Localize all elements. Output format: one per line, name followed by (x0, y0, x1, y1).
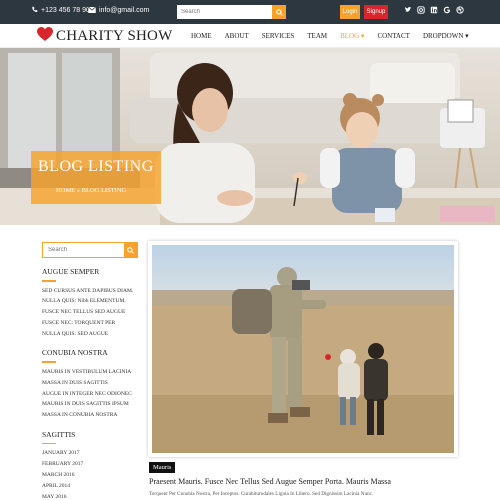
sidebar-search (42, 242, 138, 258)
list-item[interactable]: NULLA QUIS: SED AUGUE (42, 329, 138, 340)
sidebar-list: JANUARY 2017 FEBRUARY 2017 MARCH 2016 AP… (42, 448, 138, 500)
list-item[interactable]: MAURIS IN DUIS SAGITTIS IPSUM (42, 399, 138, 410)
envelope-icon (88, 6, 96, 15)
sidebar-list: SED CURSUS ANTE DAPIBUS DIAM. NULLA QUIS… (42, 286, 138, 340)
google-icon[interactable] (443, 6, 451, 15)
heart-icon (37, 27, 53, 46)
linkedin-icon[interactable] (430, 6, 438, 15)
sidebar-section-title: SAGITTIS (42, 429, 76, 439)
phone-number: +123 456 78 90 (41, 7, 90, 14)
list-item[interactable]: JANUARY 2017 (42, 448, 138, 459)
top-search (177, 5, 286, 19)
section-divider (42, 442, 56, 445)
sidebar-search-button[interactable] (124, 243, 137, 257)
list-item[interactable]: MASSA IN DUIS SAGITTIS (42, 378, 138, 389)
search-icon (127, 246, 134, 254)
sidebar-list: MAURIS IN VESTIBULUM LACINIA MASSA IN DU… (42, 367, 138, 421)
main-nav: HOME ABOUT SERVICES TEAM BLOG ▾ CONTACT … (191, 32, 482, 40)
hero-title-box: BLOG LISTING HOME » BLOG LISTING (31, 151, 161, 204)
list-item[interactable]: MAURIS IN VESTIBULUM LACINIA (42, 367, 138, 378)
breadcrumb[interactable]: HOME » BLOG LISTING (56, 187, 126, 194)
sidebar-search-input[interactable] (43, 243, 124, 257)
email-address: info@gmail.com (99, 7, 150, 14)
list-item[interactable]: FUSCE NEC TELLUS SED AUGUE (42, 307, 138, 318)
post-excerpt: Torquent Per Conubia Nostra, Per Incepto… (149, 491, 374, 497)
site-logo[interactable]: CHARITY SHOW (37, 27, 172, 46)
nav-services[interactable]: SERVICES (262, 32, 295, 40)
post-title[interactable]: Praesent Mauris. Fusce Nec Tellus Sed Au… (149, 477, 391, 486)
nav-blog[interactable]: BLOG ▾ (340, 32, 364, 40)
login-button[interactable]: Login (340, 5, 360, 19)
hero-banner: BLOG LISTING HOME » BLOG LISTING (0, 48, 500, 225)
section-divider (42, 280, 56, 282)
signup-button[interactable]: Signup (364, 5, 388, 19)
list-item[interactable]: FUSCE NEC: TORQUENT PER (42, 318, 138, 329)
list-item[interactable]: MAY 2016 (42, 492, 138, 500)
post-image[interactable] (152, 245, 454, 453)
list-item[interactable]: FEBRUARY 2017 (42, 459, 138, 470)
dribbble-icon[interactable] (456, 6, 464, 15)
list-item[interactable]: AUGUE IN INTEGER NEC ODIONEC (42, 389, 138, 400)
twitter-icon[interactable] (404, 6, 412, 15)
list-item[interactable]: APRIL 2014 (42, 481, 138, 492)
hero-title: BLOG LISTING (38, 158, 154, 175)
nav-home[interactable]: HOME (191, 32, 212, 40)
main-header: CHARITY SHOW HOME ABOUT SERVICES TEAM BL… (0, 24, 500, 48)
list-item[interactable]: MARCH 2016 (42, 470, 138, 481)
sidebar: AUGUE SEMPER SED CURSUS ANTE DAPIBUS DIA… (42, 242, 138, 500)
list-item[interactable]: NULLA QUIS: Nibh ELEMENTUM. (42, 296, 138, 307)
nav-contact[interactable]: CONTACT (377, 32, 410, 40)
post-category-tag[interactable]: Mauris (149, 462, 176, 473)
list-item[interactable]: SED CURSUS ANTE DAPIBUS DIAM. (42, 286, 138, 297)
list-item[interactable]: MASSA IN CONUBIA NOSTRA (42, 410, 138, 421)
top-bar: +123 456 78 90 info@gmail.com Login Sign… (0, 0, 500, 24)
search-icon (275, 8, 283, 16)
sidebar-section-title: AUGUE SEMPER (42, 267, 100, 276)
post-card[interactable] (148, 241, 458, 457)
phone-icon (31, 6, 38, 15)
nav-team[interactable]: TEAM (307, 32, 327, 40)
logo-text: CHARITY SHOW (56, 28, 173, 44)
section-divider (42, 361, 56, 363)
nav-about[interactable]: ABOUT (225, 32, 249, 40)
top-search-input[interactable] (177, 5, 272, 19)
phone-contact[interactable]: +123 456 78 90 (31, 6, 90, 15)
sidebar-section-title: CONUBIA NOSTRA (42, 348, 108, 358)
top-search-button[interactable] (272, 5, 286, 19)
instagram-icon[interactable] (417, 6, 425, 15)
email-contact[interactable]: info@gmail.com (88, 6, 149, 15)
nav-dropdown[interactable]: DROPDOWN ▾ (423, 32, 469, 40)
social-links (404, 6, 464, 15)
